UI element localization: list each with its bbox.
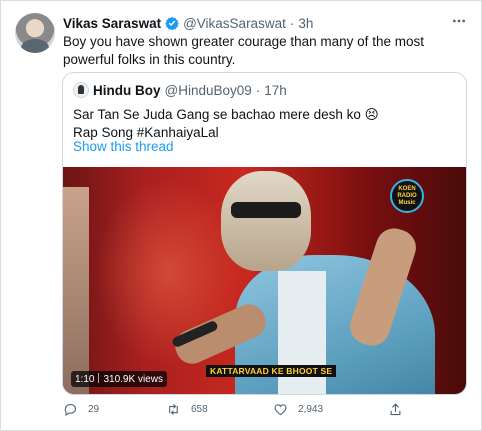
- logo-text-1: KOEN: [398, 185, 416, 192]
- retweet-count: 658: [191, 404, 208, 415]
- author-name[interactable]: Vikas Saraswat: [63, 16, 161, 31]
- share-icon: [390, 403, 401, 416]
- video-duration: 1:10: [75, 374, 95, 385]
- more-options-icon: [453, 19, 465, 23]
- tweet-card[interactable]: Vikas Saraswat @VikasSaraswat · 3h Boy y…: [0, 0, 482, 431]
- tweet-time[interactable]: 3h: [298, 16, 313, 31]
- quoted-tweet-time[interactable]: 17h: [264, 83, 287, 98]
- verified-badge-icon: [165, 16, 179, 30]
- quoted-author-name[interactable]: Hindu Boy: [93, 83, 161, 98]
- reply-button[interactable]: 29: [63, 402, 99, 417]
- author-avatar[interactable]: [15, 13, 55, 53]
- quoted-tweet-header: Hindu Boy @HinduBoy09 · 17h: [93, 83, 287, 98]
- author-handle[interactable]: @VikasSaraswat: [183, 16, 286, 31]
- quoted-tweet[interactable]: Hindu Boy @HinduBoy09 · 17h Sar Tan Se J…: [62, 72, 467, 395]
- quoted-author-avatar[interactable]: [73, 82, 89, 98]
- channel-logo: KOEN RADIO Music: [390, 179, 424, 213]
- header-separator: ·: [289, 15, 295, 31]
- badge-divider: [98, 373, 100, 383]
- video-player[interactable]: KOEN RADIO Music KATTARVAAD KE BHOOT SE …: [63, 167, 466, 394]
- like-count: 2,943: [298, 404, 324, 415]
- quoted-header-separator: ·: [255, 83, 261, 98]
- performer-head: [221, 171, 311, 271]
- video-duration-badge: 1:10 310.9K views: [71, 371, 167, 387]
- more-icon[interactable]: [451, 13, 467, 34]
- logo-text-3: Music: [398, 199, 416, 206]
- tweet-text: Boy you have shown greater courage than …: [63, 34, 424, 67]
- background-figure: [63, 187, 89, 394]
- quoted-text-line-1: Sar Tan Se Juda Gang se bachao mere desh…: [73, 107, 379, 122]
- quoted-tweet-text: Sar Tan Se Juda Gang se bachao mere desh…: [73, 106, 379, 142]
- reply-count: 29: [88, 404, 100, 415]
- tweet-header: Vikas Saraswat @VikasSaraswat · 3h: [63, 14, 313, 32]
- retweet-button[interactable]: 658: [166, 402, 208, 417]
- video-subtitle: KATTARVAAD KE BHOOT SE: [206, 365, 337, 377]
- heart-icon: [274, 404, 287, 416]
- tweet-actions: 29 658 2,943: [63, 402, 408, 420]
- show-thread-link[interactable]: Show this thread: [73, 139, 174, 154]
- quoted-author-handle[interactable]: @HinduBoy09: [165, 83, 252, 98]
- reply-icon: [64, 403, 77, 417]
- like-button[interactable]: 2,943: [273, 402, 323, 417]
- performer-sunglasses: [231, 202, 301, 218]
- logo-text-2: RADIO: [397, 192, 417, 199]
- video-views: 310.9K views: [103, 374, 163, 385]
- share-button[interactable]: [388, 402, 413, 417]
- retweet-icon: [169, 404, 178, 415]
